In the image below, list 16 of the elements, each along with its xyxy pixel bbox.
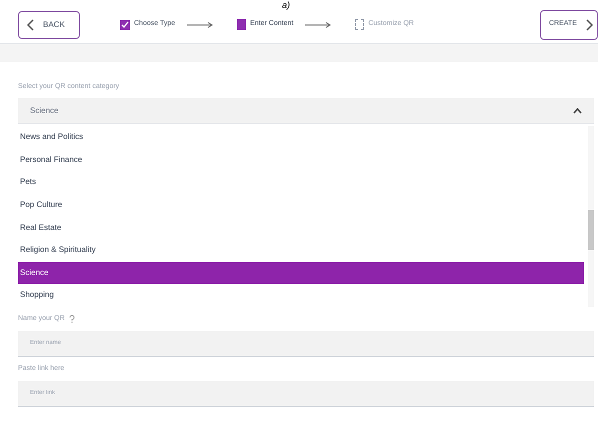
chevron-right-icon <box>584 18 593 30</box>
category-option[interactable]: Pop Culture <box>18 194 584 216</box>
category-option[interactable]: Pets <box>18 171 584 194</box>
category-option[interactable]: Shopping <box>18 284 584 307</box>
help-icon[interactable] <box>68 314 75 323</box>
category-option[interactable]: Religion & Spirituality <box>18 238 584 262</box>
figure-caption: a) <box>282 0 290 10</box>
chevron-left-icon <box>27 18 35 30</box>
category-option[interactable]: News and Politics <box>18 126 584 149</box>
chevron-icon <box>573 108 582 114</box>
scrollbar[interactable] <box>588 126 594 307</box>
category-option[interactable]: Personal Finance <box>18 148 584 172</box>
category-option[interactable]: Science <box>18 262 584 284</box>
category-select[interactable]: Science <box>18 98 594 124</box>
category-option[interactable]: Real Estate <box>18 216 584 239</box>
back-button[interactable]: BACK <box>18 10 80 38</box>
